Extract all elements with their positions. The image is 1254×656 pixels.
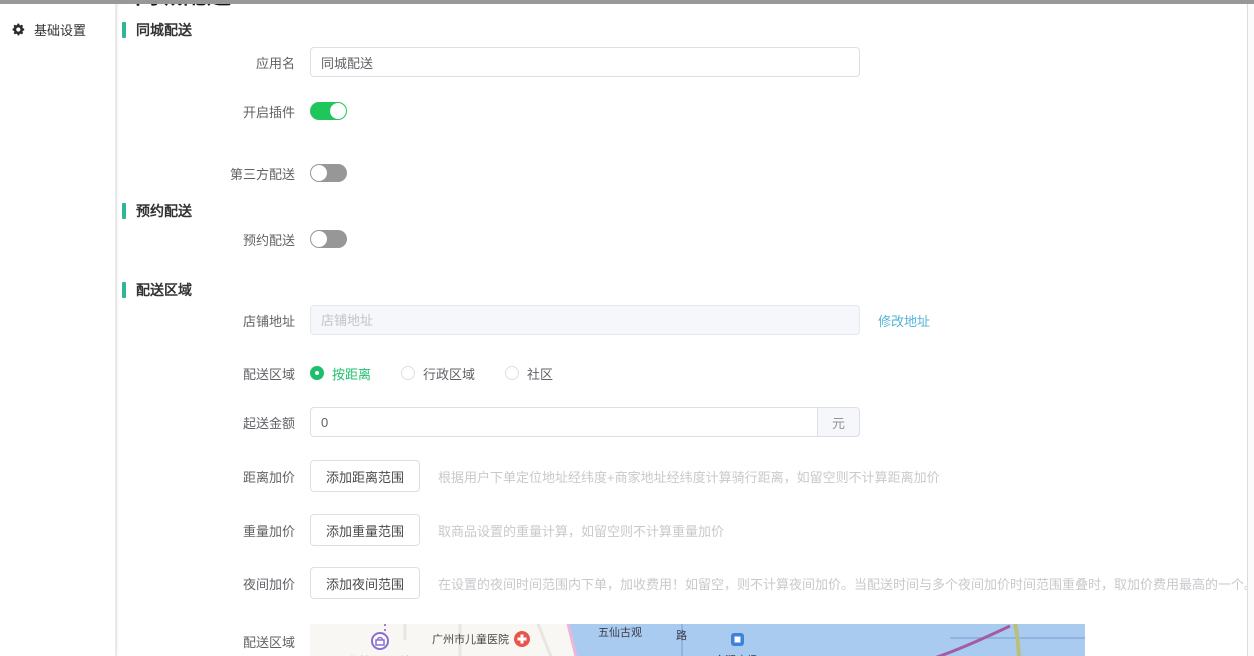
vertical-scrollbar[interactable] [1247, 4, 1254, 656]
section-bar [122, 282, 126, 298]
delivery-area-map[interactable]: 华林国际C馆 广州市儿童医院 五仙古观 路 [310, 624, 1085, 656]
toggle-knob [311, 165, 327, 181]
weight-fee-hint: 取商品设置的重量计算，如留空则不计算重量加价 [438, 523, 725, 539]
mall-icon [371, 632, 389, 650]
app-name-row: 应用名 [122, 47, 1247, 77]
night-fee-row: 夜间加价 添加夜间范围 在设置的夜间时间范围内下单，加收费用！如留空，则不计算夜… [122, 567, 1247, 599]
reserve-toggle-label: 预约配送 [242, 232, 295, 248]
third-party-toggle-row: 第三方配送 [122, 164, 1247, 182]
sidebar: 基础设置 [0, 0, 116, 656]
section-bar [122, 203, 126, 219]
modify-address-link[interactable]: 修改地址 [878, 311, 930, 330]
map-label-temple: 五仙古观 [598, 626, 642, 639]
toggle-knob [311, 231, 327, 247]
app-name-label: 应用名 [255, 55, 295, 71]
radio-community[interactable]: 社区 [505, 364, 553, 382]
map-label-road: 路 [676, 629, 687, 642]
map-row: 配送区域 广州市儿童医院 五仙古观 路 [122, 624, 1247, 656]
radio-admin-region[interactable]: 行政区域 [401, 364, 475, 382]
weight-fee-row: 重量加价 添加重量范围 取商品设置的重量计算，如留空则不计算重量加价 [122, 514, 1247, 546]
section-title-text: 预约配送 [136, 203, 192, 219]
third-party-toggle-label: 第三方配送 [229, 166, 295, 182]
radio-by-distance[interactable]: 按距离 [310, 364, 371, 382]
store-address-input[interactable] [310, 305, 860, 335]
hospital-cross-icon [514, 631, 530, 647]
min-amount-group: 元 [310, 407, 860, 437]
distance-fee-hint: 根据用户下单定位地址经纬度+商家地址经纬度计算骑行距离，如留空则不计算距离加价 [438, 469, 940, 485]
gear-icon [12, 23, 25, 36]
store-address-row: 店铺地址 修改地址 [122, 305, 1247, 335]
distance-fee-label: 距离加价 [242, 469, 295, 485]
settings-panel: 同城配送 同城配送 应用名 开启插件 第三方配送 预约配送 预约配送 配送区域 … [117, 0, 1247, 656]
section-city-delivery: 同城配送 [122, 20, 1247, 40]
toggle-knob [330, 103, 346, 119]
store-address-label: 店铺地址 [242, 313, 295, 329]
plugin-toggle[interactable] [310, 102, 347, 120]
third-party-toggle[interactable] [310, 164, 347, 182]
sidebar-item-basic-settings[interactable]: 基础设置 [0, 0, 115, 39]
weight-fee-label: 重量加价 [242, 523, 295, 539]
map-label-hospital: 广州市儿童医院 [432, 632, 509, 646]
reserve-toggle-row: 预约配送 [122, 230, 1247, 248]
radio-dot [401, 366, 416, 380]
sidebar-item-label: 基础设置 [34, 23, 87, 38]
night-fee-label: 夜间加价 [242, 576, 295, 592]
section-title-text: 配送区域 [136, 282, 192, 298]
radio-dot [505, 366, 520, 380]
map-area-label: 配送区域 [242, 635, 295, 650]
top-clipped-bar [0, 0, 1254, 4]
add-night-range-button[interactable]: 添加夜间范围 [310, 567, 421, 599]
add-distance-range-button[interactable]: 添加距离范围 [310, 460, 421, 492]
radio-dot [310, 366, 324, 380]
section-reserve-delivery: 预约配送 [122, 201, 1247, 221]
min-amount-label: 起送金额 [242, 415, 295, 431]
area-mode-row: 配送区域 按距离 行政区域 社区 [122, 364, 1247, 382]
reserve-toggle[interactable] [310, 230, 347, 248]
plugin-toggle-row: 开启插件 [122, 102, 1247, 120]
min-amount-row: 起送金额 元 [122, 407, 1247, 437]
metro-station-icon [731, 633, 744, 646]
plugin-toggle-label: 开启插件 [242, 104, 295, 120]
night-fee-hint: 在设置的夜间时间范围内下单，加收费用！如留空，则不计算夜间加价。当配送时间与多个… [438, 576, 1247, 592]
unit-suffix: 元 [818, 407, 860, 437]
area-mode-label: 配送区域 [242, 366, 295, 382]
section-bar [122, 22, 126, 38]
app-name-input[interactable] [310, 47, 860, 77]
section-delivery-area: 配送区域 [122, 280, 1247, 300]
add-weight-range-button[interactable]: 添加重量范围 [310, 514, 421, 546]
distance-fee-row: 距离加价 添加距离范围 根据用户下单定位地址经纬度+商家地址经纬度计算骑行距离，… [122, 460, 1247, 492]
min-amount-input[interactable] [310, 407, 818, 437]
section-title-text: 同城配送 [136, 22, 192, 38]
